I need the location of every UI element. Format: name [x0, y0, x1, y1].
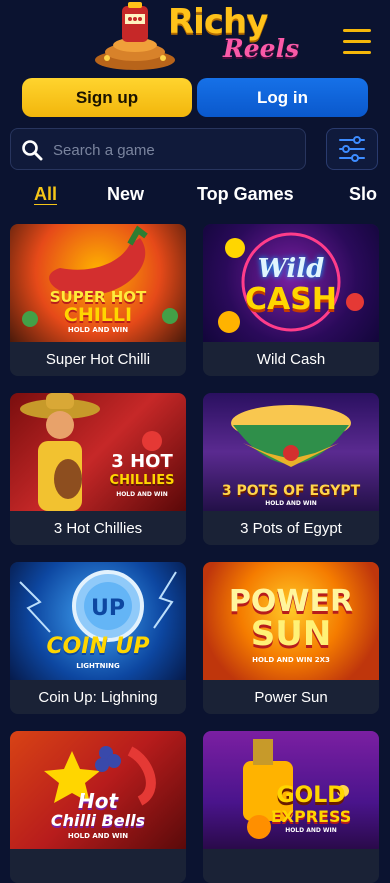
- game-card[interactable]: SUPER HOT CHILLI HOLD AND WIN Super Hot …: [10, 224, 186, 376]
- game-thumbnail: UP COIN UP LIGHTNING: [10, 562, 186, 680]
- game-thumbnail: POWER SUN HOLD AND WIN 2X3: [203, 562, 379, 680]
- game-thumbnail: Wild CASH: [203, 224, 379, 342]
- tab-new[interactable]: New: [107, 184, 144, 205]
- login-button[interactable]: Log in: [197, 78, 368, 117]
- game-logo-line1: UP: [91, 596, 125, 621]
- game-logo-line1: Hot: [77, 789, 119, 813]
- brand-sub: Reels: [223, 34, 300, 63]
- game-title: [10, 849, 186, 883]
- game-thumbnail: SUPER HOT CHILLI HOLD AND WIN: [10, 224, 186, 342]
- header: Richy Reels: [0, 0, 390, 72]
- menu-button[interactable]: [343, 27, 371, 57]
- tab-all[interactable]: All: [34, 184, 57, 205]
- signup-button[interactable]: Sign up: [22, 78, 192, 117]
- game-card[interactable]: 3 POTS OF EGYPT HOLD AND WIN 3 Pots of E…: [203, 393, 379, 545]
- tab-slots[interactable]: Slo: [349, 184, 377, 205]
- game-logo-small: HOLD AND WIN: [265, 500, 317, 507]
- search-input[interactable]: [51, 138, 295, 162]
- game-thumbnail: 3 POTS OF EGYPT HOLD AND WIN: [203, 393, 379, 511]
- tab-top-games[interactable]: Top Games: [197, 184, 294, 205]
- game-title: Power Sun: [203, 680, 379, 714]
- search-bar: [10, 128, 306, 170]
- game-title: Coin Up: Lighning: [10, 680, 186, 714]
- game-logo-line1: 3 POTS OF EGYPT: [221, 483, 361, 499]
- game-logo-line2: SUN: [250, 614, 332, 654]
- game-logo-line2: EXPRESS: [270, 807, 352, 826]
- game-card[interactable]: Wild CASH Wild Cash: [203, 224, 379, 376]
- game-card[interactable]: 3 HOT CHILLIES HOLD AND WIN 3 Hot Chilli…: [10, 393, 186, 545]
- game-logo-line2: CHILLI: [63, 304, 133, 326]
- game-logo-small: HOLD AND WIN: [285, 827, 337, 834]
- filter-button[interactable]: [326, 128, 378, 170]
- game-thumbnail: GOLD EXPRESS HOLD AND WIN: [203, 731, 379, 849]
- game-logo-line2: Chilli Bells: [50, 811, 146, 830]
- game-logo-small: HOLD AND WIN: [67, 832, 129, 840]
- category-tabs: All New Top Games Slo: [0, 184, 390, 214]
- game-logo-small: HOLD AND WIN: [116, 491, 168, 498]
- game-thumbnail: Hot Chilli Bells HOLD AND WIN: [10, 731, 186, 849]
- game-title: [203, 849, 379, 883]
- menu-icon: [343, 29, 371, 32]
- game-title: 3 Hot Chillies: [10, 511, 186, 545]
- game-logo-small: HOLD AND WIN 2X3: [252, 656, 330, 664]
- search-icon: [22, 140, 43, 161]
- game-title: Super Hot Chilli: [10, 342, 186, 376]
- game-card[interactable]: UP COIN UP LIGHTNING Coin Up: Lighning: [10, 562, 186, 714]
- game-title: Wild Cash: [203, 342, 379, 376]
- game-logo-line2: COIN UP: [46, 634, 150, 659]
- game-logo-line1: 3 HOT: [111, 451, 173, 472]
- game-logo-small: HOLD AND WIN: [67, 326, 129, 334]
- slot-machine-logo-icon: [95, 2, 175, 70]
- game-card[interactable]: POWER SUN HOLD AND WIN 2X3 Power Sun: [203, 562, 379, 714]
- game-logo-small: LIGHTNING: [76, 662, 120, 670]
- game-title: 3 Pots of Egypt: [203, 511, 379, 545]
- game-logo-line2: CHILLIES: [109, 473, 175, 488]
- filter-sliders-icon: [339, 136, 365, 162]
- game-card[interactable]: GOLD EXPRESS HOLD AND WIN: [203, 731, 379, 883]
- game-logo-line1: GOLD: [276, 783, 346, 808]
- game-logo-line1: Wild: [257, 254, 325, 284]
- brand-logo[interactable]: Richy Reels: [95, 0, 300, 72]
- game-thumbnail: 3 HOT CHILLIES HOLD AND WIN: [10, 393, 186, 511]
- game-logo-line2: CASH: [245, 282, 337, 317]
- game-card[interactable]: Hot Chilli Bells HOLD AND WIN: [10, 731, 186, 883]
